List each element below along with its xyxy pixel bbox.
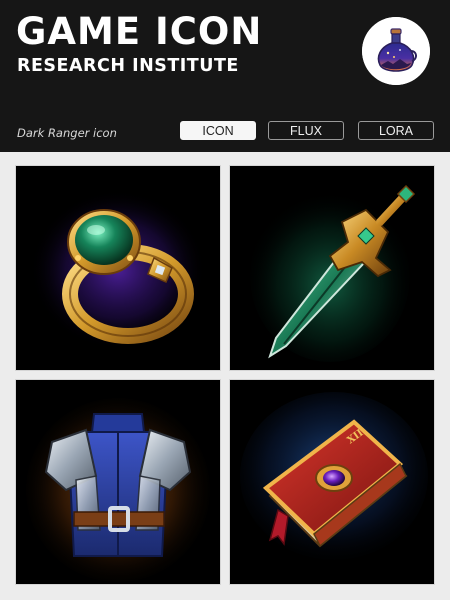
- page-subtitle: RESEARCH INSTITUTE: [17, 56, 239, 76]
- gallery-card-spellbook[interactable]: XII: [229, 379, 435, 585]
- tab-icon[interactable]: ICON: [180, 121, 256, 140]
- page-title: GAME ICON: [16, 10, 263, 53]
- gallery-card-dagger[interactable]: [229, 165, 435, 371]
- tab-flux[interactable]: FLUX: [268, 121, 344, 140]
- emerald-ring-icon: [16, 166, 220, 370]
- gallery-card-armor[interactable]: [15, 379, 221, 585]
- potion-bottle-logo-icon: [362, 17, 430, 85]
- icon-caption: Dark Ranger icon: [17, 126, 117, 140]
- tab-lora[interactable]: LORA: [358, 121, 434, 140]
- armor-vest-icon: [16, 380, 220, 584]
- spellbook-icon: XII: [230, 380, 434, 584]
- header: GAME ICON RESEARCH INSTITUTE Dark Ranger…: [0, 0, 450, 152]
- gallery-card-ring[interactable]: [15, 165, 221, 371]
- dagger-icon: [230, 166, 434, 370]
